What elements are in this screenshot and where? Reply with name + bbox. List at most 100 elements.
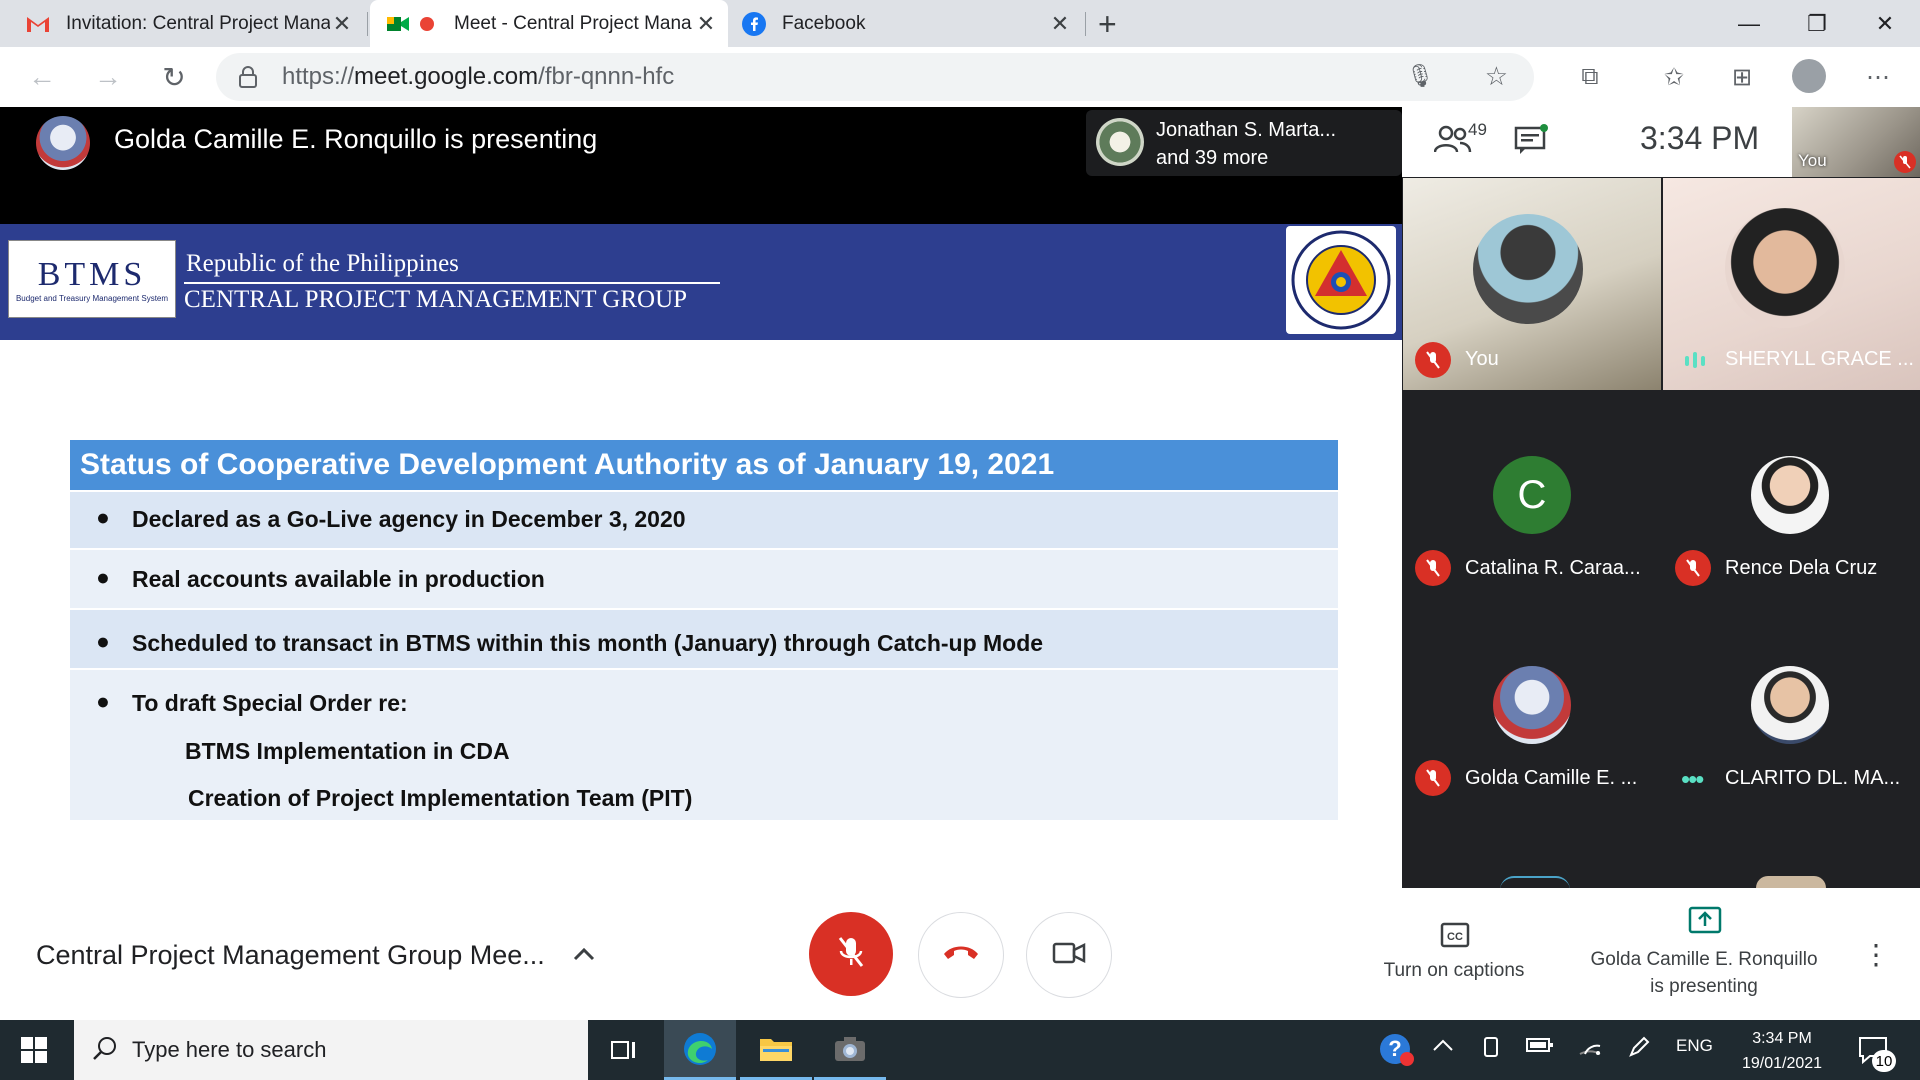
search-placeholder: Type here to search bbox=[132, 1037, 327, 1062]
recording-dot-icon bbox=[420, 16, 434, 31]
participant-count: 49 bbox=[1468, 120, 1487, 139]
presenter-avatar bbox=[36, 116, 90, 170]
meet-icon bbox=[386, 12, 410, 36]
participant-initial-avatar: C bbox=[1493, 456, 1571, 534]
present-screen-icon[interactable] bbox=[1688, 906, 1722, 939]
battery-icon[interactable] bbox=[1526, 1036, 1554, 1059]
close-tab-icon[interactable]: ✕ bbox=[694, 11, 718, 37]
taskbar-search[interactable]: Type here to search bbox=[74, 1020, 588, 1080]
participant-avatar bbox=[1751, 666, 1829, 744]
new-tab-icon[interactable]: + bbox=[1098, 6, 1117, 43]
search-icon bbox=[92, 1036, 118, 1067]
joiner-avatar bbox=[1096, 118, 1144, 166]
presenting-status[interactable]: Golda Camille E. Ronquillo is presenting bbox=[1580, 946, 1828, 1000]
chevron-up-icon[interactable] bbox=[572, 938, 596, 969]
meeting-name[interactable]: Central Project Management Group Mee... bbox=[36, 940, 545, 971]
slide-banner-line1: Republic of the Philippines bbox=[186, 250, 459, 277]
slide-sub-item: BTMS Implementation in CDA bbox=[185, 738, 510, 764]
gmail-icon bbox=[26, 12, 50, 36]
forward-icon[interactable]: → bbox=[88, 57, 128, 97]
participant-tile-you[interactable]: You bbox=[1403, 178, 1661, 390]
hangup-icon bbox=[942, 944, 980, 967]
svg-text:CC: CC bbox=[1447, 931, 1463, 943]
more-options-icon[interactable]: ⋯ bbox=[1862, 61, 1894, 93]
restore-icon[interactable]: ❐ bbox=[1782, 0, 1852, 47]
taskbar-clock[interactable]: 3:34 PM 19/01/2021 bbox=[1716, 1026, 1848, 1076]
self-view-thumbnail[interactable]: You bbox=[1792, 107, 1920, 177]
tab-title: Invitation: Central Project Manag bbox=[66, 12, 330, 34]
tab-meet[interactable]: Meet - Central Project Mana ✕ bbox=[370, 0, 728, 47]
participant-tile-golda[interactable]: Golda Camille E. ... bbox=[1403, 604, 1661, 814]
pen-icon[interactable] bbox=[1628, 1036, 1650, 1063]
back-icon[interactable]: ← bbox=[22, 57, 62, 97]
participant-name: Golda Camille E. ... bbox=[1465, 767, 1638, 789]
participant-tile-catalina[interactable]: C Catalina R. Caraa... bbox=[1403, 392, 1661, 602]
participant-tile-clarito[interactable]: ••• CLARITO DL. MA... bbox=[1663, 604, 1920, 814]
participant-name: You bbox=[1465, 348, 1499, 370]
participant-avatar bbox=[1493, 666, 1571, 744]
language-indicator[interactable]: ENG bbox=[1676, 1036, 1713, 1056]
alert-badge bbox=[1400, 1052, 1414, 1066]
participant-name: Catalina R. Caraa... bbox=[1465, 557, 1641, 579]
tab-facebook[interactable]: Facebook ✕ bbox=[730, 0, 1086, 47]
meet-clock: 3:34 PM bbox=[1640, 120, 1760, 156]
show-hidden-icons-icon[interactable] bbox=[1432, 1036, 1454, 1057]
participant-avatar bbox=[1751, 456, 1829, 534]
profile-avatar[interactable] bbox=[1792, 59, 1826, 93]
more-dots-icon: ••• bbox=[1681, 764, 1704, 794]
people-icon[interactable] bbox=[1433, 124, 1472, 159]
mic-toggle-button[interactable] bbox=[809, 912, 893, 996]
participant-avatar-partial bbox=[1756, 876, 1826, 888]
btms-logo: BTMS Budget and Treasury Management Syst… bbox=[8, 240, 176, 318]
mic-off-icon bbox=[1415, 342, 1451, 378]
mic-off-icon bbox=[1675, 550, 1711, 586]
banner-divider bbox=[184, 282, 720, 284]
star-icon[interactable]: ☆ bbox=[1485, 61, 1508, 92]
address-toolbar: ← → ↻ https://meet.google.com/fbr-qnnn-h… bbox=[0, 47, 1920, 108]
extensions-icon[interactable]: ⧉ bbox=[1574, 61, 1606, 93]
mic-off-icon bbox=[1894, 151, 1916, 173]
device-icon[interactable] bbox=[1482, 1036, 1500, 1063]
close-tab-icon[interactable]: ✕ bbox=[330, 11, 354, 37]
tab-title: Facebook bbox=[782, 12, 866, 34]
captions-icon[interactable]: CC bbox=[1440, 922, 1470, 953]
participant-video bbox=[1473, 214, 1583, 324]
participant-name: SHERYLL GRACE ... bbox=[1725, 348, 1914, 370]
close-tab-icon[interactable]: ✕ bbox=[1048, 11, 1072, 37]
task-view-icon[interactable] bbox=[588, 1020, 660, 1080]
slide-bullet-row: ● To draft Special Order re: BTMS Impleme… bbox=[70, 670, 1338, 820]
reload-icon[interactable]: ↻ bbox=[154, 57, 194, 97]
windows-start-icon[interactable] bbox=[20, 1036, 48, 1069]
tab-gmail[interactable]: Invitation: Central Project Manag ✕ bbox=[0, 0, 368, 47]
presenter-banner: Golda Camille E. Ronquillo is presenting bbox=[114, 124, 598, 154]
participant-name: CLARITO DL. MA... bbox=[1725, 767, 1901, 789]
join-notification-text: Jonathan S. Marta... and 39 more bbox=[1156, 119, 1337, 169]
file-explorer-icon[interactable] bbox=[740, 1020, 812, 1080]
slide-sub-item: Creation of Project Implementation Team … bbox=[188, 785, 693, 811]
slide-banner-line2: CENTRAL PROJECT MANAGEMENT GROUP bbox=[184, 286, 688, 313]
wifi-icon[interactable] bbox=[1578, 1036, 1602, 1061]
mic-off-icon bbox=[1415, 760, 1451, 796]
participant-tile-sheryll[interactable]: SHERYLL GRACE ... bbox=[1663, 178, 1920, 390]
participant-tile-rence[interactable]: Rence Dela Cruz bbox=[1663, 392, 1920, 602]
captions-button-label[interactable]: Turn on captions bbox=[1374, 960, 1534, 982]
mic-off-icon bbox=[1415, 550, 1451, 586]
collections-icon[interactable]: ⊞ bbox=[1726, 61, 1758, 93]
close-window-icon[interactable]: ✕ bbox=[1850, 0, 1920, 47]
address-bar[interactable]: https://meet.google.com/fbr-qnnn-hfc 🎙 ☆ bbox=[216, 53, 1534, 101]
cda-seal-logo bbox=[1286, 226, 1396, 334]
participant-video bbox=[1725, 208, 1845, 328]
microphone-icon[interactable]: 🎙 bbox=[1406, 63, 1434, 89]
camera-app-icon[interactable] bbox=[814, 1020, 886, 1080]
edge-taskbar-icon[interactable] bbox=[664, 1020, 736, 1080]
minimize-icon[interactable]: — bbox=[1714, 0, 1784, 47]
slide-bullet-row: ● Scheduled to transact in BTMS within th… bbox=[70, 610, 1338, 668]
tab-title: Meet - Central Project Mana bbox=[454, 12, 692, 34]
facebook-icon bbox=[742, 11, 766, 36]
self-view-label: You bbox=[1798, 151, 1827, 170]
more-options-vertical-icon[interactable]: ⋮ bbox=[1862, 938, 1890, 971]
favorites-icon[interactable]: ✩ bbox=[1658, 61, 1690, 93]
camera-toggle-button[interactable] bbox=[1026, 912, 1112, 998]
leave-call-button[interactable] bbox=[918, 912, 1004, 998]
chat-icon[interactable] bbox=[1514, 124, 1548, 161]
